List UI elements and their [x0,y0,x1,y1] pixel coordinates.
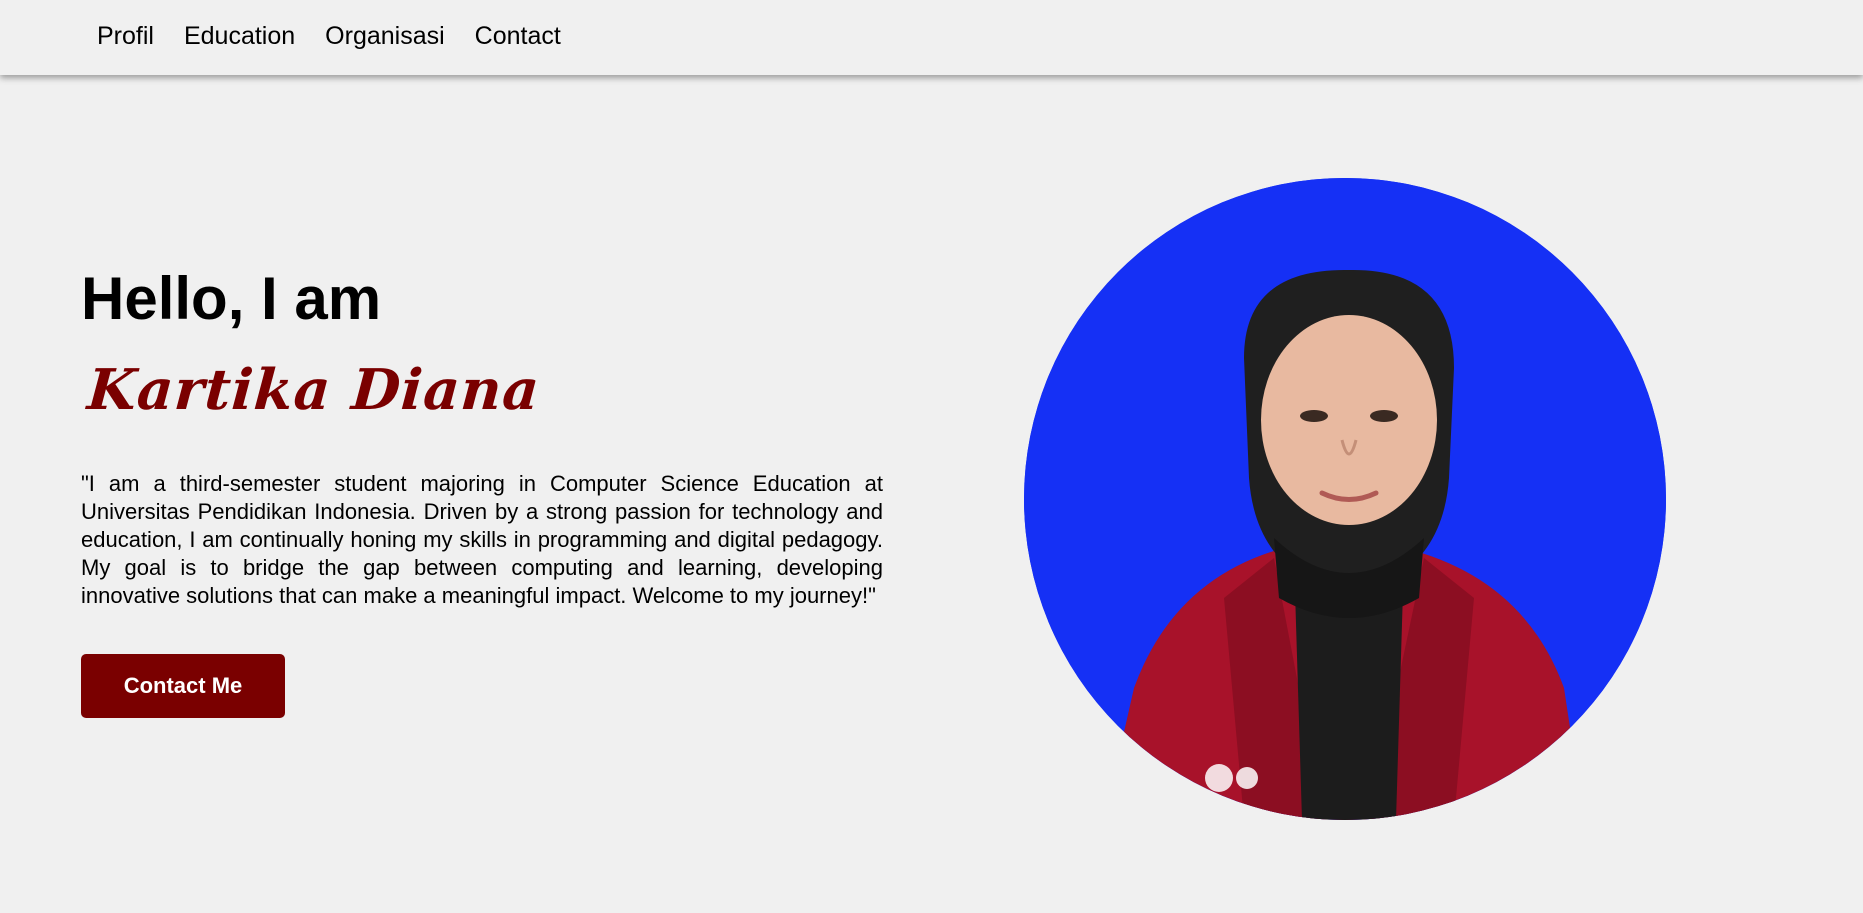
nav-link-contact[interactable]: Contact [475,20,561,52]
nav-link-organisasi[interactable]: Organisasi [325,20,445,52]
nav-item-profil: Profil [97,20,154,52]
hero-name: Kartika Diana [85,357,543,423]
nav-link-profil[interactable]: Profil [97,20,154,52]
nav-menu: Profil Education Organisasi Contact [97,20,561,52]
hero-greeting: Hello, I am [81,265,382,332]
profile-photo [1024,178,1666,820]
contact-me-button[interactable]: Contact Me [81,654,285,718]
nav-item-organisasi: Organisasi [325,20,445,52]
nav-link-education[interactable]: Education [184,20,295,52]
hero-bio: "I am a third-semester student majoring … [81,471,883,608]
navbar: Profil Education Organisasi Contact [0,0,1863,75]
nav-item-education: Education [184,20,295,52]
profile-photo-illustration [1024,178,1666,820]
hero-section: Hello, I am Kartika Diana "I am a third-… [81,262,883,718]
nav-item-contact: Contact [475,20,561,52]
